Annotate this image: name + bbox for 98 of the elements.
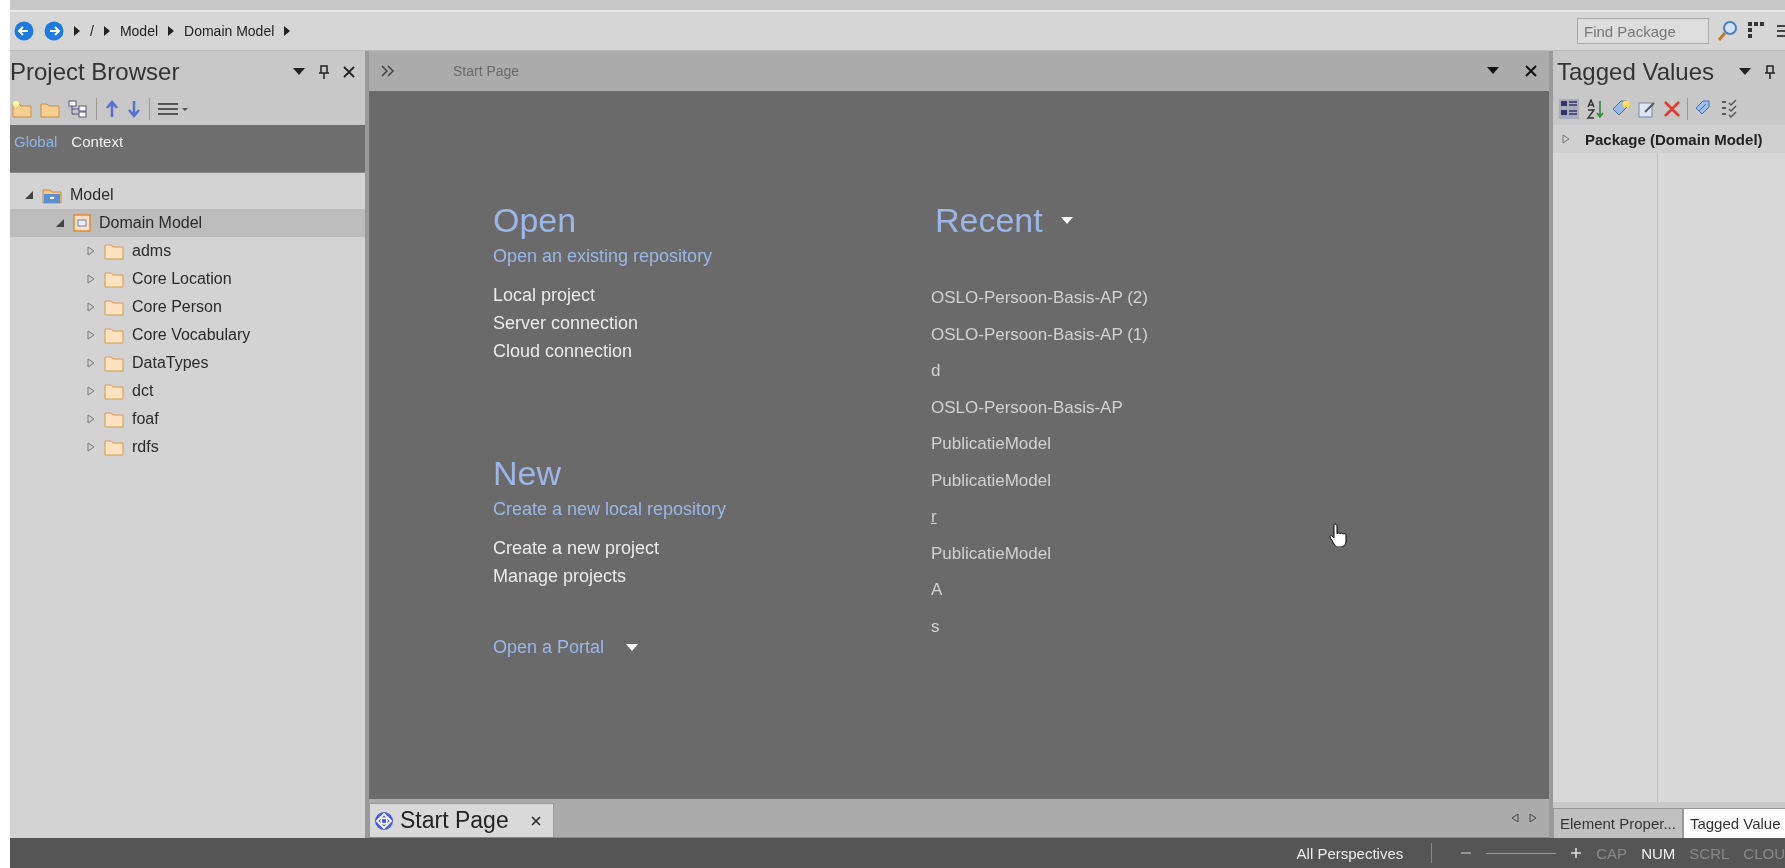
tree-item[interactable]: Model: [10, 181, 365, 209]
tree-item[interactable]: Core Vocabulary: [10, 321, 365, 349]
chevron-right-icon[interactable]: [284, 26, 291, 36]
panel-title: Tagged Values: [1557, 58, 1714, 86]
chevron-right-icon[interactable]: [168, 26, 175, 36]
recent-project-link[interactable]: OSLO-Persoon-Basis-AP: [931, 395, 1148, 419]
collapsed-triangle-icon[interactable]: [86, 358, 96, 368]
dropdown-icon[interactable]: [293, 68, 305, 76]
dropdown-icon[interactable]: [1739, 68, 1751, 76]
collapsed-triangle-icon[interactable]: [86, 302, 96, 312]
panel-title: Project Browser: [10, 58, 180, 86]
folder-icon: [104, 242, 124, 260]
double-chevron-icon[interactable]: [381, 65, 395, 77]
hand-cursor-icon: [1329, 523, 1347, 547]
recent-project-link[interactable]: s: [931, 614, 1148, 638]
menu-icon[interactable]: [158, 102, 188, 116]
find-package-field[interactable]: Find Package: [1577, 18, 1709, 44]
recent-project-link[interactable]: PublicatieModel: [931, 541, 1148, 565]
panel-tab[interactable]: Element Proper...: [1553, 808, 1683, 838]
folder-icon: [104, 382, 124, 400]
collapsed-triangle-icon[interactable]: [86, 274, 96, 284]
folder-icon: [104, 326, 124, 344]
collapsed-triangle-icon[interactable]: [86, 414, 96, 424]
chevron-right-icon[interactable]: [74, 26, 80, 36]
recent-project-link[interactable]: OSLO-Persoon-Basis-AP (2): [931, 286, 1148, 309]
chevron-right-icon[interactable]: [103, 26, 110, 36]
recent-project-link[interactable]: OSLO-Persoon-Basis-AP (1): [931, 322, 1148, 346]
recent-dropdown[interactable]: Recent: [935, 201, 1073, 240]
panel-tab[interactable]: Tagged Value: [1682, 808, 1785, 838]
caret-icon[interactable]: [1060, 216, 1073, 225]
expanded-triangle-icon[interactable]: [55, 218, 65, 228]
tree-item[interactable]: Core Location: [10, 265, 365, 293]
scope-tab[interactable]: Context: [67, 131, 128, 152]
sort-az-icon[interactable]: [1585, 99, 1605, 119]
menu-icon[interactable]: [1775, 23, 1785, 39]
start-page-logo-icon: [374, 810, 394, 831]
section-heading: Open: [493, 201, 577, 240]
recent-project-link[interactable]: A: [931, 578, 1148, 601]
tagged-value-row[interactable]: Package (Domain Model): [1553, 125, 1785, 153]
tree-item[interactable]: adms: [10, 237, 365, 265]
model-package-icon: [42, 186, 62, 204]
collapsed-triangle-icon[interactable]: [86, 442, 96, 452]
start-link[interactable]: Manage projects: [493, 566, 660, 587]
close-icon[interactable]: [530, 815, 541, 826]
key-indicator: NUM: [1641, 844, 1676, 862]
hierarchy-icon[interactable]: [68, 100, 88, 118]
folder-icon: [104, 354, 124, 372]
new-repository-link[interactable]: Create a new local repository: [493, 499, 727, 520]
breadcrumb-item[interactable]: /: [90, 23, 94, 39]
perspective-label[interactable]: All Perspectives: [1296, 844, 1404, 862]
open-repository-link[interactable]: Open an existing repository: [493, 246, 713, 267]
tree-item[interactable]: foaf: [10, 405, 365, 433]
start-link[interactable]: Create a new project: [493, 538, 660, 559]
recent-project-link[interactable]: d: [931, 359, 1148, 382]
recent-project-link[interactable]: PublicatieModel: [931, 468, 1148, 492]
close-icon[interactable]: [343, 66, 355, 78]
package-icon: [73, 214, 91, 232]
pin-icon[interactable]: [319, 65, 329, 79]
search-icon[interactable]: [1717, 20, 1739, 42]
open-portal-dropdown[interactable]: Open a Portal: [493, 637, 639, 658]
scroll-right-icon[interactable]: [1529, 813, 1537, 823]
dropdown-icon[interactable]: [1487, 67, 1499, 75]
collapsed-triangle-icon[interactable]: [86, 330, 96, 340]
pin-icon[interactable]: [1765, 65, 1775, 79]
tree-item[interactable]: Domain Model: [10, 209, 365, 237]
folder-icon: [104, 410, 124, 428]
tree-item[interactable]: DataTypes: [10, 349, 365, 377]
caret-icon[interactable]: [626, 643, 639, 652]
folder-icon: [104, 270, 124, 288]
grouped-list-icon[interactable]: [1559, 99, 1579, 119]
delete-icon[interactable]: [1663, 100, 1681, 118]
section-heading: New: [493, 454, 562, 493]
folder-icon: [104, 438, 124, 456]
start-link[interactable]: Cloud connection: [493, 341, 639, 362]
tree-item[interactable]: Core Person: [10, 293, 365, 321]
document-title: Start Page: [453, 63, 520, 79]
document-tab[interactable]: Start Page: [369, 803, 554, 837]
collapsed-triangle-icon[interactable]: [86, 386, 96, 396]
recent-project-link[interactable]: PublicatieModel: [931, 432, 1148, 455]
start-link[interactable]: Local project: [493, 285, 639, 306]
breadcrumb-item[interactable]: Model: [119, 23, 159, 39]
tree-item[interactable]: dct: [10, 377, 365, 405]
folder-icon: [104, 298, 124, 316]
collapsed-triangle-icon[interactable]: [1561, 134, 1571, 144]
scroll-left-icon[interactable]: [1511, 813, 1519, 823]
tree-item[interactable]: rdfs: [10, 433, 365, 461]
breadcrumb-item[interactable]: Domain Model: [184, 23, 275, 39]
edit-icon[interactable]: [1637, 99, 1657, 119]
start-link[interactable]: Server connection: [493, 313, 639, 334]
expanded-triangle-icon[interactable]: [24, 190, 34, 200]
grid-icon[interactable]: [1747, 21, 1767, 41]
move-down-icon[interactable]: [127, 100, 141, 118]
collapsed-triangle-icon[interactable]: [86, 246, 96, 256]
zoom-in-icon[interactable]: [1570, 847, 1583, 859]
scope-tab[interactable]: Global: [10, 131, 62, 152]
close-icon[interactable]: [1525, 65, 1537, 77]
recent-project-link[interactable]: r: [931, 505, 1148, 528]
move-up-icon[interactable]: [105, 100, 119, 118]
